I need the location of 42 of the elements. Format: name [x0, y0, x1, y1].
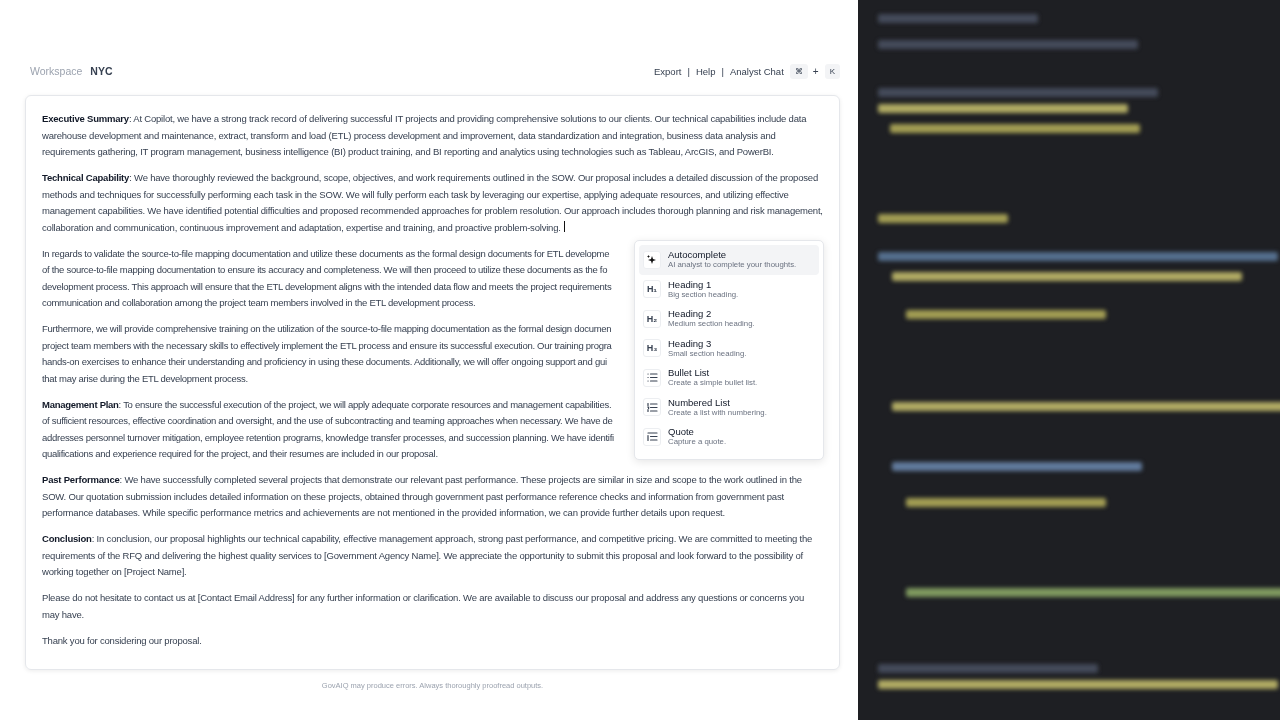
text-line: of sufficient resources, effective coordination and oversight, and the use of subcontracting and teaming approaches when necessary. We have de: [42, 414, 613, 428]
heading-icon: H₂: [646, 313, 658, 324]
paragraph: Thank you for considering our proposal.: [42, 633, 203, 648]
key-cap: ⌘: [789, 63, 808, 79]
item-title: Autocomplete: [668, 249, 728, 261]
paragraph: Technical Capability: We have thoroughly reviewed the background, scope, objectives, and work requirements outlined in the SOW. Our proposal includes a detailed discussion of the proposed methods and techniques for successfully performing each task in the SOW. We will fully perform each task by leveraging our expertise, applying adequate resources, and utilizing effective management capabilities. We have identified potential difficulties and proposed recommended approaches for problem resolution. Our approach includes thorough planning and risk management, collaboration and communication, continuous improvement and adaptation, expertise and training, and proactive problem-solving.: [42, 171, 823, 235]
text-line: Furthermore, we will provide comprehensive training on the utilization of the source-to-file mapping documentation as the formal design documen: [42, 322, 612, 336]
header-link[interactable]: Help: [695, 65, 716, 77]
item-title: Heading 3: [668, 337, 713, 349]
heading-icon: H₃: [646, 343, 658, 354]
workspace-label: Workspace: [30, 65, 83, 77]
paragraph: Executive Summary: At Copilot, we have a strong track record of delivering successful IT projects and providing comprehensive solutions to our clients. Our technical capabilities include data warehouse development and maintenance, extract, transform and load (ETL) process development and improvement, data standardization and integration, business data analysis and requirements gathering, IT program management, business intelligence (BI) product training, and BI reporting and analytics using technologies such as Tableau, ArcGIS, and PowerBI.: [42, 112, 808, 159]
paragraph: Please do not hesitate to contact us at [Contact Email Address] for any further information or clarification. We are available to discuss our proposal and address any questions or concerns you may have.: [42, 591, 805, 622]
text-line: addresses personnel turnover mitigation, employee retention programs, knowledge transfer processes, and succession planning. We have identifi: [42, 430, 614, 445]
text-line: project team members with the necessary skills to effectively implement the ETL process and ensure its successful execution. Our training progra: [42, 338, 612, 353]
bullet-list-icon: [646, 373, 658, 383]
item-title: Numbered List: [668, 396, 731, 408]
separator: |: [721, 65, 724, 77]
paragraph: Conclusion: In conclusion, our proposal highlights our technical capability, effective management approach, strong past performance, and competitive pricing. We are committed to meeting the requirements of the RFQ and delivering the highest quality services to [Government Agency Name]. We appreciate the opportunity to submit this proposal and look forward to the possibility of working together on [Project Name].: [42, 532, 814, 579]
text-line: In regards to validate the source-to-file mapping documentation and utilize these documents as the formal design documents for ETL developme: [42, 246, 610, 261]
key-cap: K: [824, 63, 840, 79]
heading-icon: H₁: [646, 284, 658, 295]
paragraph: Past Performance: We have successfully completed several projects that demonstrate our relevant past performance. These projects are similar in size and scope to the work outlined in the SOW. Our quotation submission includes detailed information on these projects, obtained through government past performance reference checks and information from government past performance databases. While specific performance metrics and achievements are not mentioned in the provided information, we can provide further details upon request.: [42, 473, 803, 520]
header-link[interactable]: Analyst Chat: [729, 65, 784, 77]
workspace-name: NYC: [90, 65, 113, 77]
quote-icon: [646, 432, 658, 442]
item-title: Bullet List: [668, 367, 711, 379]
text-line: development process. This approach will ensure that the ETL development aligns with the intended data flow and meets the project requirements: [42, 279, 612, 294]
header-link[interactable]: Export: [654, 65, 682, 77]
item-title: Heading 2: [668, 308, 713, 320]
text-line: communication and collaboration among the project team members involved in the ETL development process.: [42, 296, 476, 310]
text-line: Management Plan: To ensure the successful execution of the project, we will apply adequate corporate resources and management capabilities.: [42, 397, 612, 412]
text-line: that may arise during the ETL development process.: [42, 371, 248, 386]
text-line: hands-on exercises to enhance their understanding and proficiency in using these documents. Additionally, we will offer ongoing support and gui: [42, 355, 607, 369]
item-title: Quote: [668, 426, 695, 438]
sparkle-icon: [646, 253, 658, 266]
text-line: qualifications and experience required for the project, and their resumes are included in our proposal.: [42, 447, 438, 461]
plus-sign: +: [812, 65, 819, 77]
separator: |: [687, 65, 690, 77]
text-line: of the source-to-file mapping documentation to ensure its accuracy and completeness. We will then proceed to utilize these documents as the fo: [42, 263, 608, 277]
numbered-list-icon: [646, 402, 658, 412]
item-title: Heading 1: [668, 278, 713, 290]
